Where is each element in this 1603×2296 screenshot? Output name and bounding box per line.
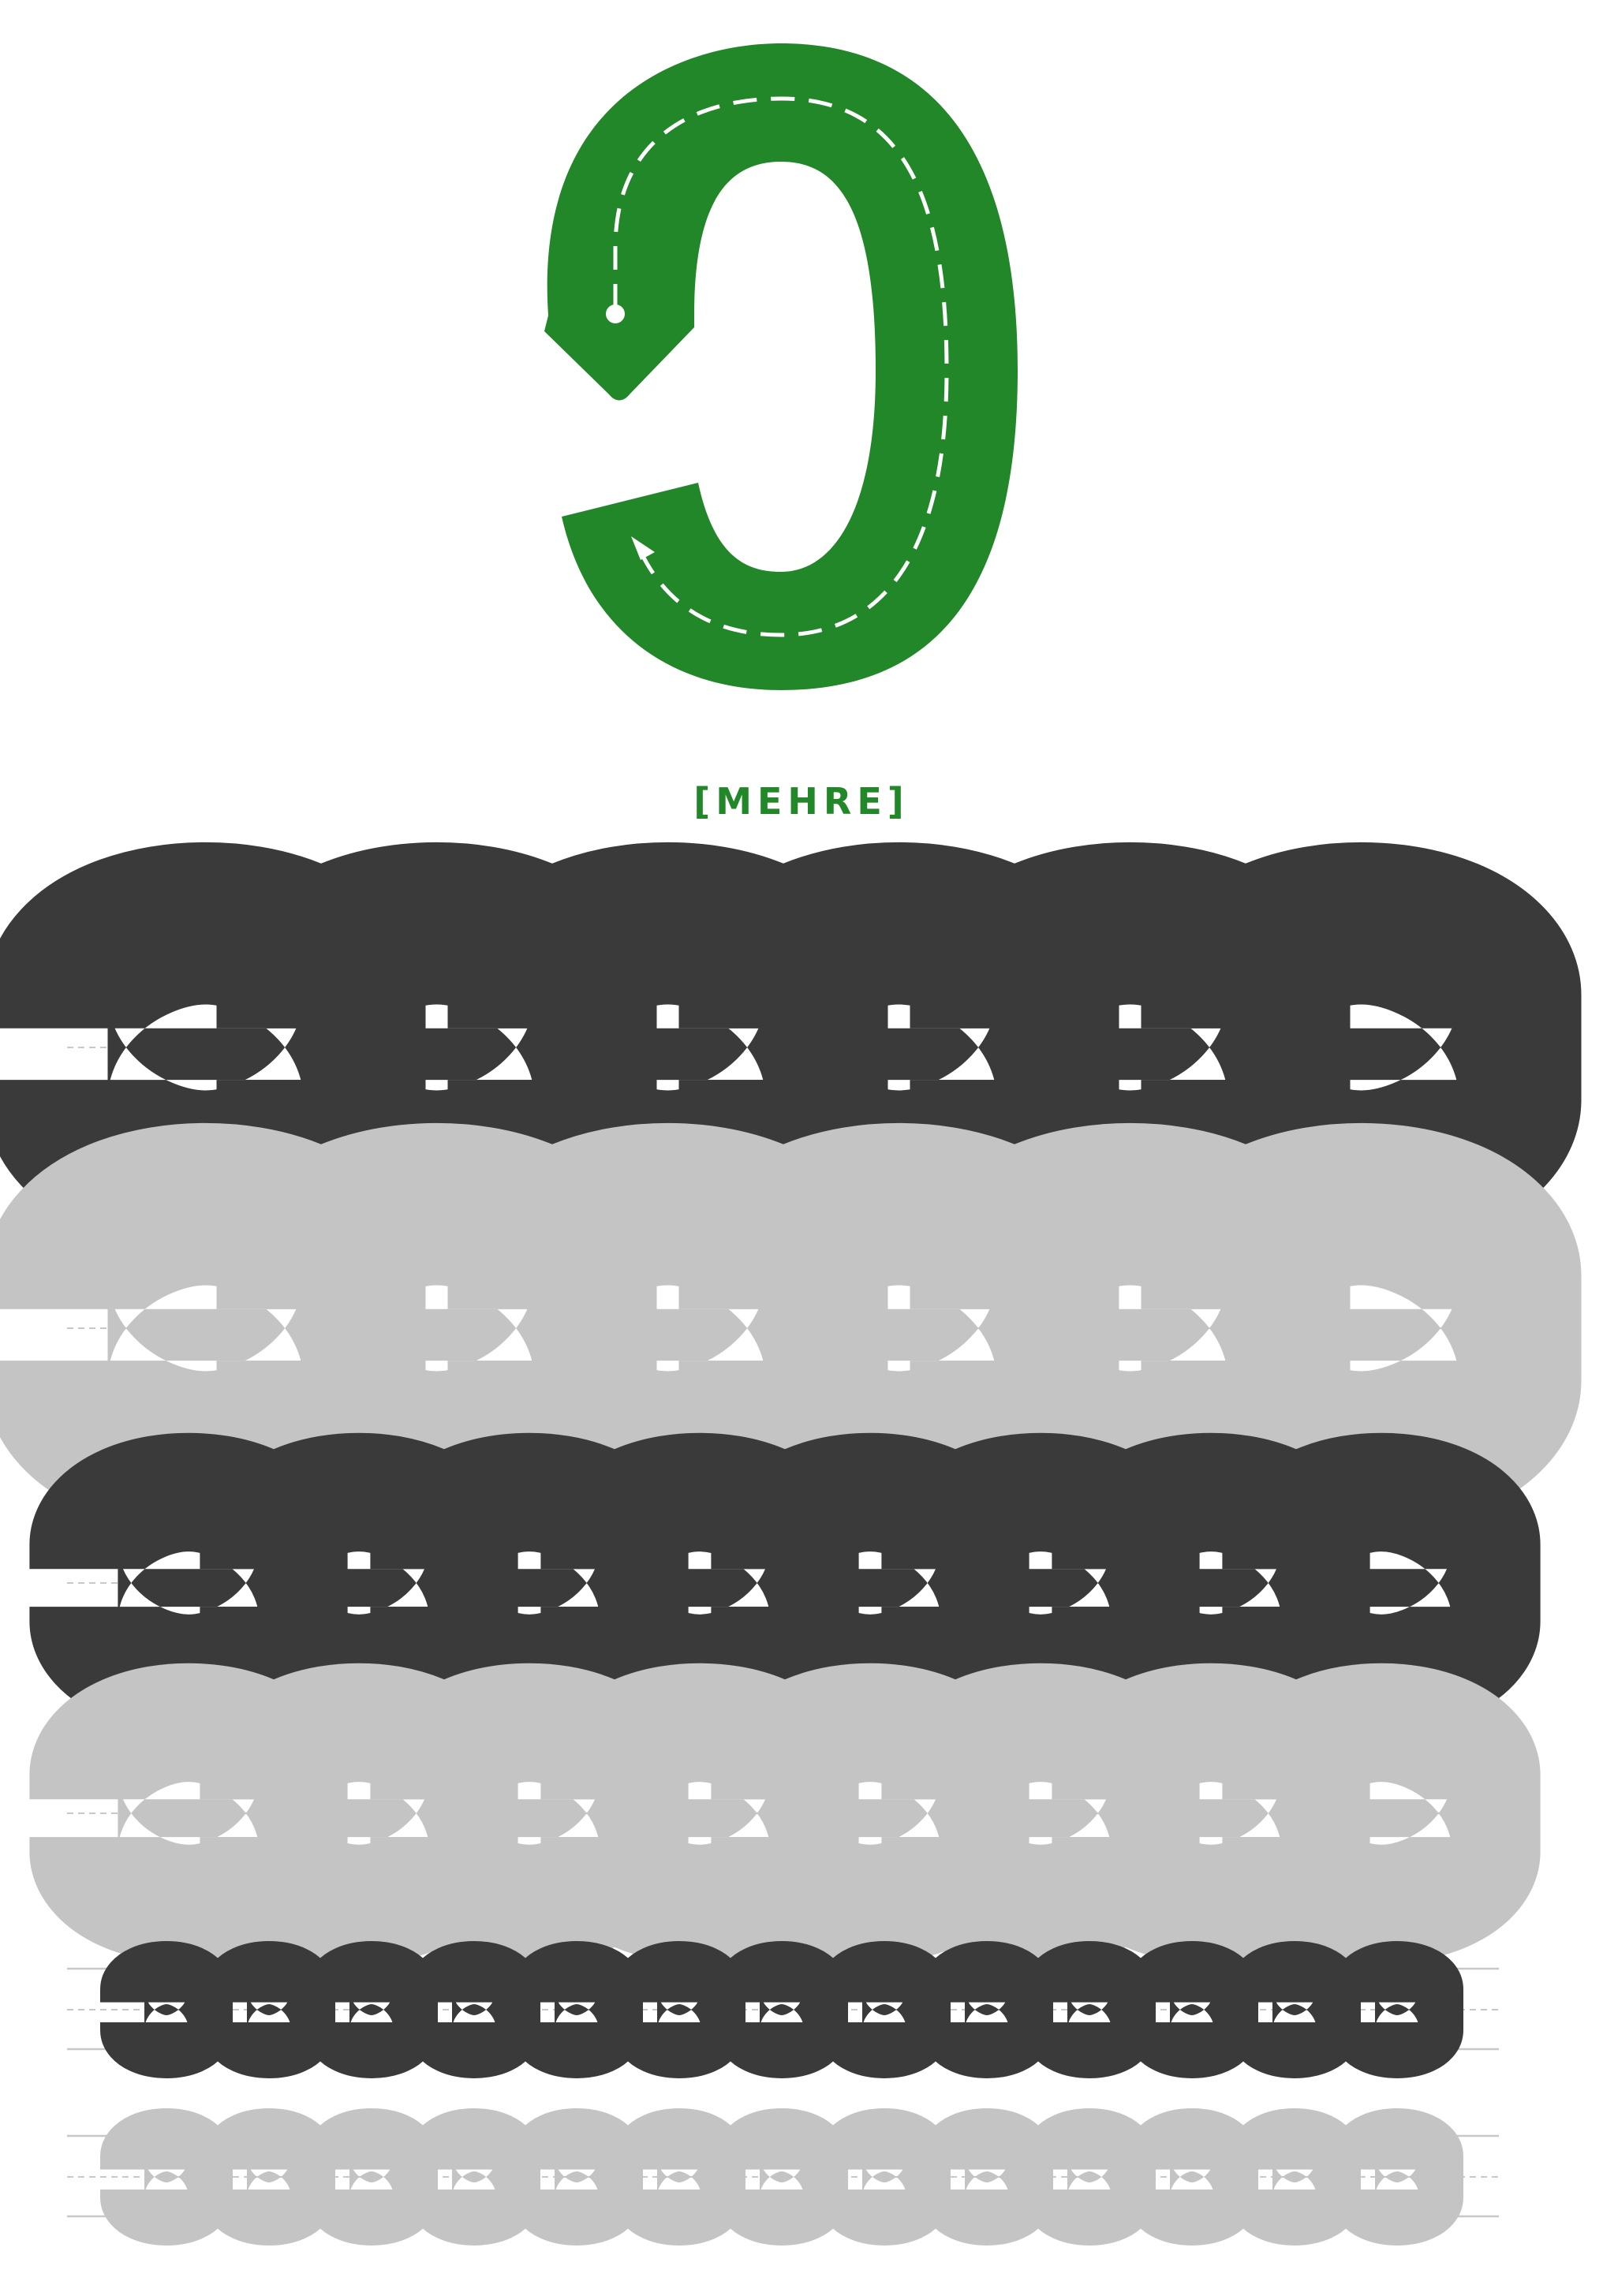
trace-letter (555, 1978, 599, 2041)
trace-letter (1170, 2145, 1214, 2208)
practice-row-3 (67, 1510, 1499, 1656)
trace-letter (760, 2145, 804, 2208)
practice-row-5 (67, 1969, 1499, 2049)
trace-letter (862, 2145, 906, 2208)
trace-letter (555, 2145, 599, 2208)
trace-letter (452, 1978, 496, 2041)
trace-letter (1375, 1978, 1419, 2041)
trace-letter (1337, 1524, 1426, 1642)
trace-letter (144, 2145, 189, 2208)
letter-road-shape (544, 43, 1018, 690)
trace-letter (965, 1978, 1009, 2041)
trace-letter (1337, 1754, 1426, 1872)
trace-letter (657, 2145, 701, 2208)
practice-row-6 (67, 2136, 1499, 2216)
trace-letter (760, 1978, 804, 2041)
trace-letter (965, 2145, 1009, 2208)
trace-letter (349, 1978, 394, 2041)
start-dot-icon (606, 304, 625, 323)
practice-row-1 (67, 948, 1499, 1145)
trace-letter (1170, 1978, 1214, 2041)
trace-letter (1300, 1247, 1422, 1409)
practice-rows (67, 948, 1499, 2216)
practice-row-2 (67, 1229, 1499, 1426)
green-road-letter-icon (544, 43, 1018, 690)
trace-letter (452, 2145, 496, 2208)
trace-letter (1067, 1978, 1112, 2041)
trace-letter (1067, 2145, 1112, 2208)
worksheet-canvas (0, 43, 1603, 2296)
trace-letter (144, 1978, 189, 2041)
trace-letter (1272, 2145, 1317, 2208)
letter-name-label: [MEHRE] (693, 780, 910, 823)
trace-letter (1300, 966, 1422, 1129)
trace-letter (1272, 1978, 1317, 2041)
trace-letter (657, 1978, 701, 2041)
trace-letter (247, 2145, 291, 2208)
trace-letter (349, 2145, 394, 2208)
trace-letter (247, 1978, 291, 2041)
trace-letter (1375, 2145, 1419, 2208)
practice-row-4 (67, 1741, 1499, 1887)
trace-letter (862, 1978, 906, 2041)
